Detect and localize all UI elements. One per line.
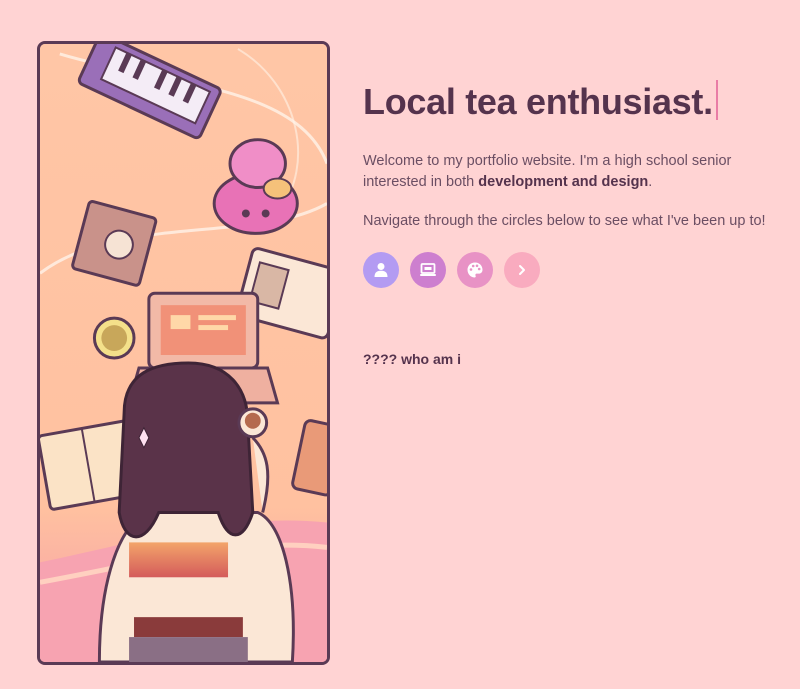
intro-bold-text: development and design xyxy=(478,174,649,190)
desk-illustration xyxy=(40,44,327,662)
next-circle-button[interactable] xyxy=(504,252,540,288)
tea-mug xyxy=(92,316,136,360)
intro-paragraph: Welcome to my portfolio website. I'm a h… xyxy=(363,151,783,193)
section-heading: ???? who am i xyxy=(363,351,461,367)
intro-text-end: . xyxy=(648,174,653,190)
user-icon xyxy=(374,263,388,277)
nav-circles xyxy=(363,252,540,288)
navigation-hint: Navigate through the circles below to se… xyxy=(363,213,766,229)
projects-circle-button[interactable] xyxy=(410,252,446,288)
palette-icon xyxy=(467,262,483,278)
laptop-icon xyxy=(420,263,436,276)
typing-cursor xyxy=(715,80,718,120)
illustration-panel xyxy=(37,41,330,665)
page-title: Local tea enthusiast. xyxy=(363,80,718,123)
headline-text: Local tea enthusiast. xyxy=(363,81,713,122)
chevron-right-icon xyxy=(519,265,525,275)
about-circle-button[interactable] xyxy=(363,252,399,288)
design-circle-button[interactable] xyxy=(457,252,493,288)
